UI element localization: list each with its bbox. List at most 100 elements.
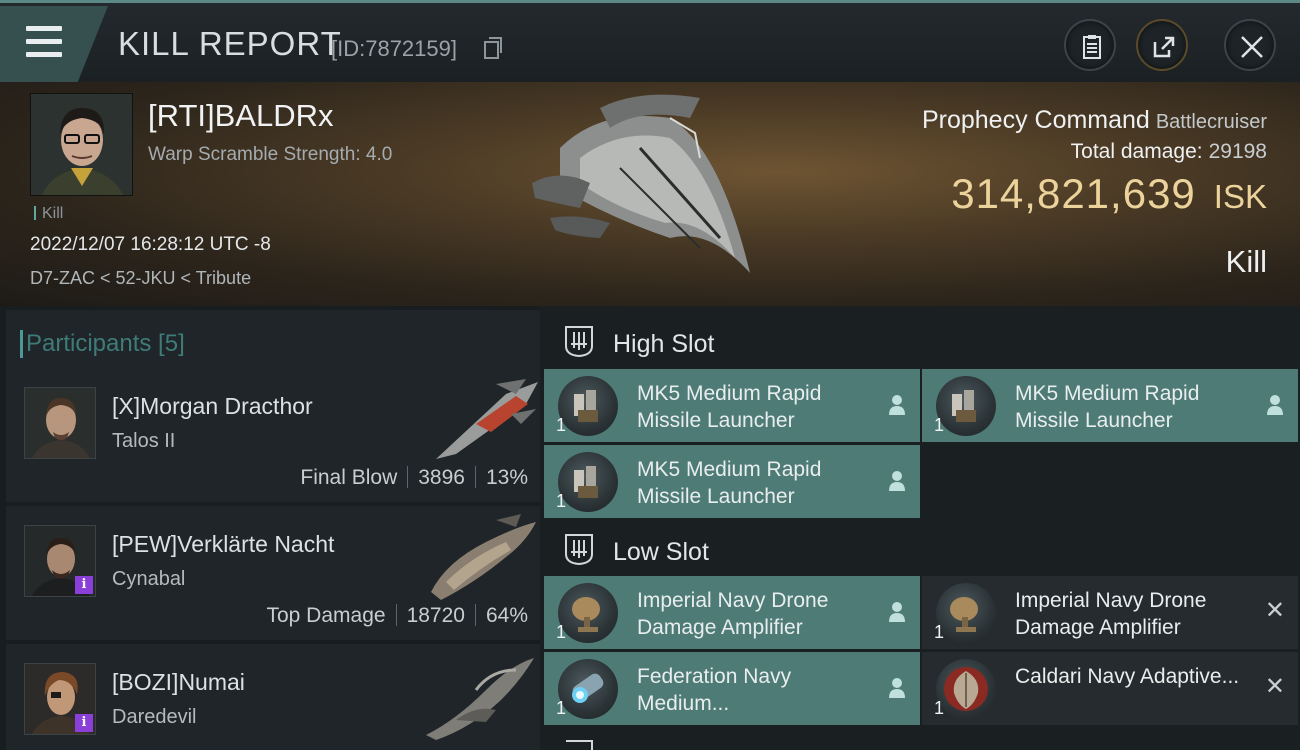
- participant-percent: 64%: [485, 604, 528, 627]
- module-quantity: 1: [934, 698, 945, 718]
- module-name: Imperial Navy Drone Damage Amplifier: [1015, 589, 1207, 639]
- module-name: MK5 Medium Rapid Missile Launcher: [637, 382, 822, 432]
- low-slot-label: Low Slot: [613, 538, 709, 566]
- participant-stats: Top Damage 18720 64%: [266, 604, 528, 628]
- avatar: [25, 388, 95, 458]
- victim-header: [RTI]BALDRx Warp Scramble Strength: 4.0 …: [0, 82, 1300, 306]
- participant-ship-image: [431, 514, 536, 600]
- module-name: Caldari Navy Adaptive...: [1015, 665, 1240, 688]
- participant-name: [BOZI]Numai: [112, 669, 245, 695]
- report-button[interactable]: [1064, 19, 1116, 71]
- total-damage-value: 29198: [1208, 140, 1267, 163]
- warp-scramble-strength: Warp Scramble Strength: 4.0: [148, 144, 393, 165]
- close-icon: [1241, 36, 1263, 58]
- ship-name-text: Prophecy Command: [921, 106, 1150, 134]
- module-card[interactable]: 1 Imperial Navy Drone Damage Amplifier ✕: [922, 576, 1298, 649]
- participants-label: Participants [5]: [20, 330, 185, 358]
- participant-card[interactable]: i [BOZI]Numai Daredevil: [6, 644, 540, 750]
- fitting-panel: High Slot 1 MK5 Medium Rapid Missile Lau…: [540, 306, 1300, 750]
- info-badge-icon: i: [75, 714, 93, 732]
- close-button[interactable]: [1224, 19, 1276, 71]
- high-slot-header: High Slot: [540, 310, 1300, 372]
- participant-ship-image: [436, 379, 538, 459]
- share-icon: [1153, 36, 1175, 58]
- isk-value: 314,821,639: [951, 170, 1196, 217]
- module-quantity: 1: [556, 698, 567, 718]
- share-button[interactable]: [1136, 19, 1188, 71]
- victim-ship-image[interactable]: [520, 88, 770, 288]
- missile-launcher-icon: [558, 376, 618, 436]
- participant-stat-label: Final Blow: [300, 466, 398, 489]
- slot-icon: [565, 326, 593, 358]
- clipboard-icon: [1083, 35, 1101, 59]
- pilot-icon[interactable]: [1266, 394, 1284, 416]
- module-quantity: 1: [934, 622, 945, 642]
- drone-damage-amplifier-icon: [558, 583, 618, 643]
- hamburger-icon: [26, 26, 62, 58]
- pilot-icon[interactable]: [888, 677, 906, 699]
- info-badge-icon: i: [75, 576, 93, 594]
- report-id: [ID:7872159]: [331, 36, 457, 61]
- participant-portrait[interactable]: i: [24, 525, 96, 597]
- destroyed-x-icon: ✕: [1264, 673, 1285, 700]
- drone-damage-amplifier-icon: [936, 583, 996, 643]
- low-slot-header: Low Slot: [540, 518, 1300, 580]
- kill-result: Kill: [1225, 244, 1267, 279]
- mid-slot-header: [540, 734, 1300, 750]
- adaptive-hardener-icon: [936, 659, 996, 719]
- page-title: KILL REPORT: [118, 25, 342, 62]
- participant-damage: 3896: [418, 466, 465, 489]
- module-card[interactable]: 1 Imperial Navy Drone Damage Amplifier: [544, 576, 920, 649]
- module-card[interactable]: 1 MK5 Medium Rapid Missile Launcher: [922, 369, 1298, 442]
- ship-class: Battlecruiser: [1155, 111, 1267, 133]
- participant-ship: Cynabal: [112, 568, 186, 590]
- isk-value-row: 314,821,639 ISK: [951, 170, 1267, 218]
- participant-ship: Talos II: [112, 430, 176, 452]
- high-slot-label: High Slot: [613, 330, 715, 358]
- participant-portrait[interactable]: i: [24, 663, 96, 735]
- slot-icon: [566, 740, 593, 750]
- participants-header[interactable]: Participants [5]: [6, 310, 540, 370]
- participant-ship: Daredevil: [112, 706, 197, 728]
- participants-panel: Participants [5] [X]Morgan Dracthor Talo…: [0, 306, 540, 750]
- module-card[interactable]: 1 MK5 Medium Rapid Missile Launcher: [544, 369, 920, 442]
- module-quantity: 1: [556, 491, 567, 511]
- participant-ship-image: [426, 658, 534, 740]
- participant-card[interactable]: i [PEW]Verklärte Nacht Cynabal Top Damag…: [6, 506, 540, 640]
- participant-portrait[interactable]: [24, 387, 96, 459]
- victim-portrait[interactable]: [30, 93, 133, 196]
- module-card[interactable]: 1 Caldari Navy Adaptive... ✕: [922, 652, 1298, 725]
- module-quantity: 1: [556, 415, 567, 435]
- title-bar: KILL REPORT [ID:7872159]: [0, 0, 1300, 82]
- module-name: Federation Navy Medium...: [637, 665, 792, 715]
- total-damage-label: Total damage:: [1070, 140, 1203, 163]
- pilot-icon[interactable]: [888, 601, 906, 623]
- module-name: Imperial Navy Drone Damage Amplifier: [637, 589, 829, 639]
- module-name: MK5 Medium Rapid Missile Launcher: [1015, 382, 1200, 432]
- participant-name: [X]Morgan Dracthor: [112, 393, 313, 419]
- avatar: [31, 94, 132, 195]
- total-damage: Total damage: 29198: [1071, 140, 1267, 164]
- victim-name[interactable]: [RTI]BALDRx: [148, 98, 333, 134]
- module-card[interactable]: 1 Federation Navy Medium...: [544, 652, 920, 725]
- module-quantity: 1: [556, 622, 567, 642]
- participant-name: [PEW]Verklärte Nacht: [112, 531, 335, 557]
- victim-ship-name[interactable]: Prophecy Command Battlecruiser: [922, 106, 1267, 135]
- destroyed-x-icon: ✕: [1264, 597, 1285, 624]
- kill-datetime: 2022/12/07 16:28:12 UTC -8: [30, 234, 271, 255]
- module-name: MK5 Medium Rapid Missile Launcher: [637, 458, 822, 508]
- participant-percent: 13%: [485, 466, 528, 489]
- missile-launcher-icon: [936, 376, 996, 436]
- missile-launcher-icon: [558, 452, 618, 512]
- slot-icon: [565, 534, 593, 566]
- pilot-icon[interactable]: [888, 470, 906, 492]
- participant-stats: Final Blow 3896 13%: [300, 466, 528, 490]
- menu-button[interactable]: [0, 6, 108, 82]
- participant-card[interactable]: [X]Morgan Dracthor Talos II Final Blow 38…: [6, 368, 540, 502]
- module-quantity: 1: [934, 415, 945, 435]
- pilot-icon[interactable]: [888, 394, 906, 416]
- kill-location: D7-ZAC < 52-JKU < Tribute: [30, 268, 252, 288]
- module-card[interactable]: 1 MK5 Medium Rapid Missile Launcher: [544, 445, 920, 518]
- isk-unit: ISK: [1213, 178, 1267, 215]
- copy-icon[interactable]: [484, 37, 502, 59]
